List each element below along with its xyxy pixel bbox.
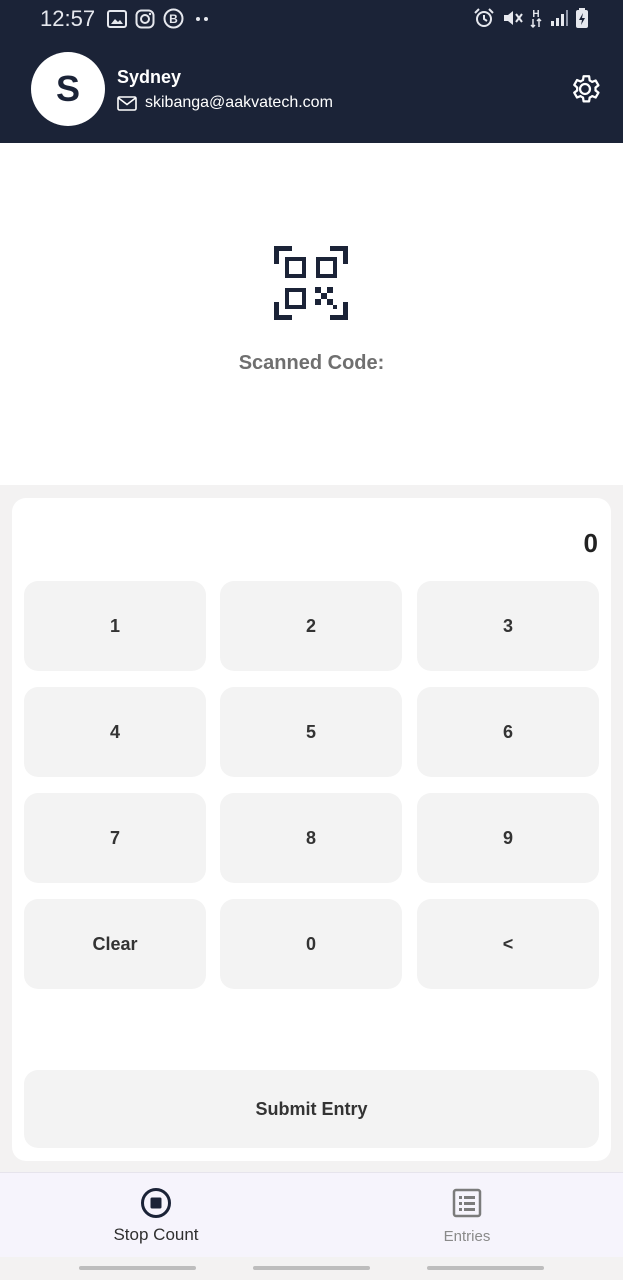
stop-circle-icon xyxy=(141,1188,171,1218)
mute-icon xyxy=(504,11,523,25)
key-9[interactable]: 9 xyxy=(417,793,599,883)
signal-icon xyxy=(551,10,568,26)
list-icon xyxy=(452,1188,482,1218)
nav-stop-count-label: Stop Count xyxy=(113,1225,199,1244)
bottom-nav: Stop Count Entries xyxy=(0,1172,623,1258)
key-8[interactable]: 8 xyxy=(220,793,402,883)
mail-icon xyxy=(117,95,137,111)
user-name: Sydney xyxy=(117,67,182,87)
backspace-button[interactable]: < xyxy=(417,899,599,989)
clear-button[interactable]: Clear xyxy=(24,899,206,989)
status-bar: 12:57 B H xyxy=(0,0,623,38)
nav-entries-label: Entries xyxy=(443,1228,491,1245)
entry-display: 0 xyxy=(583,528,598,558)
instagram-icon xyxy=(135,9,155,28)
key-4[interactable]: 4 xyxy=(24,687,206,777)
nav-stop-count[interactable]: Stop Count xyxy=(56,1173,256,1258)
system-gesture-bar xyxy=(0,1257,623,1280)
status-left-icons: B xyxy=(107,8,212,29)
app-header: 12:57 B H S Sydney skibanga@aakvatech.co… xyxy=(0,0,623,143)
key-2[interactable]: 2 xyxy=(220,581,402,671)
gesture-pill-right[interactable] xyxy=(427,1266,544,1270)
battery-icon xyxy=(576,8,588,28)
gesture-pill-center[interactable] xyxy=(253,1266,370,1270)
avatar[interactable]: S xyxy=(31,52,105,126)
key-3[interactable]: 3 xyxy=(417,581,599,671)
status-time: 12:57 xyxy=(40,6,96,31)
key-6[interactable]: 6 xyxy=(417,687,599,777)
status-right-icons: H xyxy=(473,7,589,29)
more-dots-icon xyxy=(196,16,208,21)
alarm-icon xyxy=(474,8,494,27)
avatar-initial: S xyxy=(55,68,80,109)
nav-entries[interactable]: Entries xyxy=(367,1173,567,1258)
b-icon: B xyxy=(163,8,184,29)
svg-text:B: B xyxy=(169,12,178,26)
key-0[interactable]: 0 xyxy=(220,899,402,989)
email-row: skibanga@aakvatech.com xyxy=(117,94,333,112)
svg-text:H: H xyxy=(532,9,539,20)
user-email: skibanga@aakvatech.com xyxy=(145,94,333,111)
qr-code-icon[interactable] xyxy=(274,246,348,320)
key-7[interactable]: 7 xyxy=(24,793,206,883)
key-5[interactable]: 5 xyxy=(220,687,402,777)
key-1[interactable]: 1 xyxy=(24,581,206,671)
submit-entry-button[interactable]: Submit Entry xyxy=(24,1070,599,1148)
gear-icon[interactable] xyxy=(568,72,602,106)
gesture-pill-left[interactable] xyxy=(79,1266,196,1270)
scanned-code-label: Scanned Code: xyxy=(238,352,385,374)
network-h-icon: H xyxy=(530,9,542,29)
image-icon xyxy=(107,9,127,28)
